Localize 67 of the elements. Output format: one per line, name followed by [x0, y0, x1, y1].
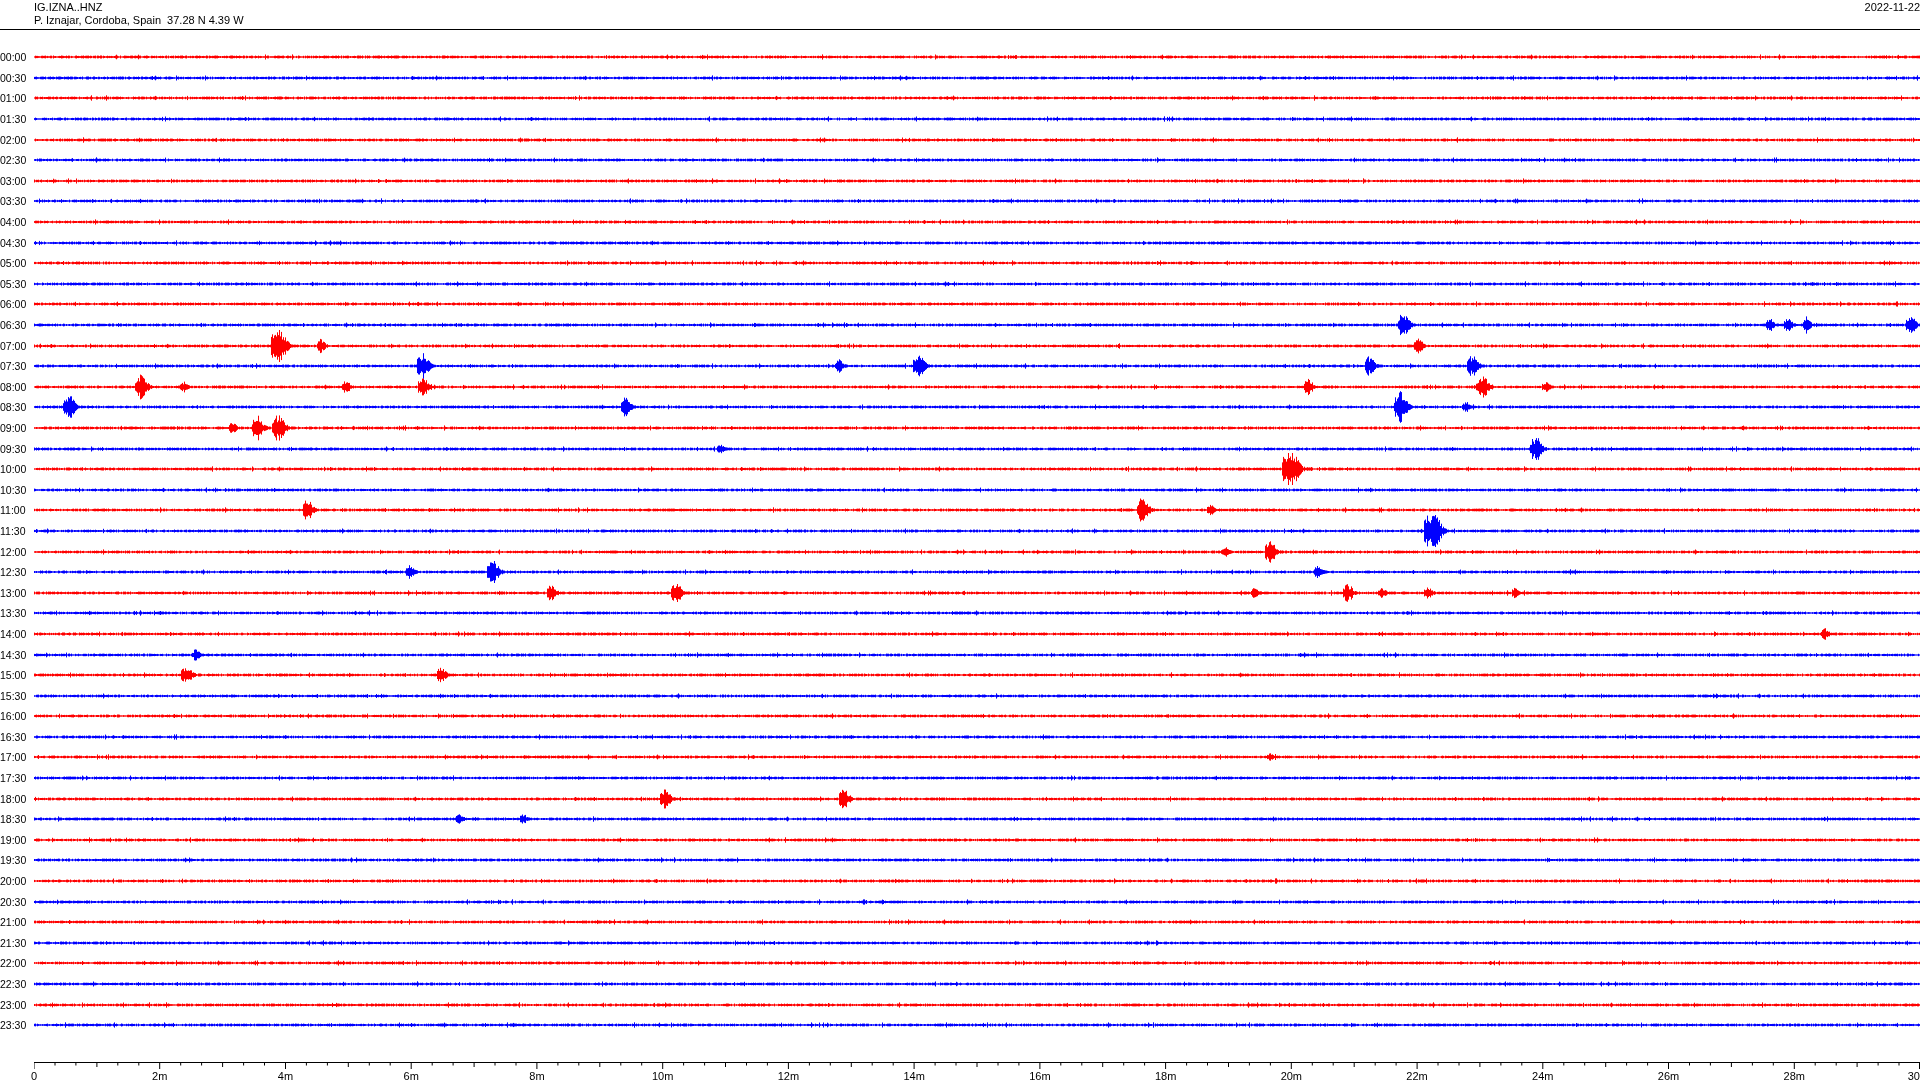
- axis-tick-label: 28m: [1783, 1069, 1805, 1080]
- time-label: 13:00: [0, 586, 27, 599]
- time-label: 16:30: [0, 730, 27, 743]
- date-label: 2022-11-22: [1864, 1, 1920, 13]
- axis-tick-label: 0: [31, 1069, 38, 1080]
- axis-tick-label: 8m: [529, 1069, 545, 1080]
- axis-tick-label: 2m: [152, 1069, 168, 1080]
- time-label: 14:30: [0, 648, 27, 661]
- time-label: 15:00: [0, 669, 27, 682]
- time-label: 14:00: [0, 627, 27, 640]
- axis-tick-label: 10m: [651, 1069, 674, 1080]
- time-label: 19:30: [0, 854, 27, 867]
- time-label: 12:00: [0, 545, 27, 558]
- time-label: 23:30: [0, 1019, 27, 1032]
- station-code: IG.IZNA..HNZ: [34, 1, 104, 14]
- time-label: 10:30: [0, 483, 27, 496]
- time-label: 13:30: [0, 607, 27, 620]
- time-label: 22:00: [0, 957, 27, 970]
- time-label: 03:30: [0, 195, 27, 208]
- time-label: 04:00: [0, 216, 27, 229]
- time-label: 07:30: [0, 360, 27, 373]
- time-label: 06:30: [0, 319, 27, 331]
- time-label: 08:30: [0, 401, 27, 414]
- time-label: 08:00: [0, 380, 27, 393]
- time-label: 02:00: [0, 133, 27, 146]
- axis-tick-label: 6m: [403, 1069, 419, 1080]
- time-label: 00:30: [0, 71, 27, 84]
- time-label: 01:00: [0, 92, 27, 105]
- axis-tick-label: 18m: [1154, 1069, 1177, 1080]
- axis-tick-label: 26m: [1657, 1069, 1680, 1080]
- time-label: 21:30: [0, 936, 27, 949]
- time-label: 05:30: [0, 277, 27, 290]
- axis-tick-label: 30: [1907, 1069, 1920, 1080]
- axis-tick-label: 24m: [1532, 1069, 1554, 1080]
- time-label: 03:00: [0, 174, 27, 187]
- time-label: 20:30: [0, 895, 27, 908]
- time-label: 22:30: [0, 978, 27, 990]
- axis-tick-label: 22m: [1406, 1069, 1428, 1080]
- time-label: 17:30: [0, 772, 27, 785]
- station-location: P. Iznajar, Cordoba, Spain 37.28 N 4.39 W: [34, 14, 244, 27]
- time-label: 18:30: [0, 813, 27, 826]
- time-label: 05:00: [0, 257, 27, 270]
- time-label: 20:00: [0, 875, 27, 888]
- time-label: 16:00: [0, 710, 27, 723]
- axis-tick-label: 20m: [1280, 1069, 1303, 1080]
- axis-tick-label: 16m: [1029, 1069, 1051, 1080]
- time-label: 07:00: [0, 339, 27, 352]
- time-label: 11:30: [0, 524, 26, 537]
- time-label: 11:00: [0, 504, 26, 517]
- time-label: 04:30: [0, 236, 27, 249]
- axis-tick-label: 14m: [903, 1069, 925, 1080]
- time-label: 09:30: [0, 442, 27, 455]
- time-label: 00:00: [0, 51, 27, 64]
- time-label: 09:00: [0, 422, 27, 434]
- time-label: 02:30: [0, 154, 27, 167]
- time-label: 23:00: [0, 998, 27, 1011]
- axis-tick-label: 12m: [777, 1069, 800, 1080]
- time-label: 15:30: [0, 689, 27, 702]
- time-label: 10:00: [0, 463, 27, 476]
- time-label: 18:00: [0, 792, 27, 805]
- time-label: 12:30: [0, 566, 27, 579]
- time-label: 21:00: [0, 916, 27, 929]
- axis-tick-label: 4m: [277, 1069, 294, 1080]
- time-label: 19:00: [0, 833, 27, 846]
- time-label: 01:30: [0, 113, 27, 126]
- time-label: 06:00: [0, 298, 27, 311]
- time-label: 17:00: [0, 751, 27, 764]
